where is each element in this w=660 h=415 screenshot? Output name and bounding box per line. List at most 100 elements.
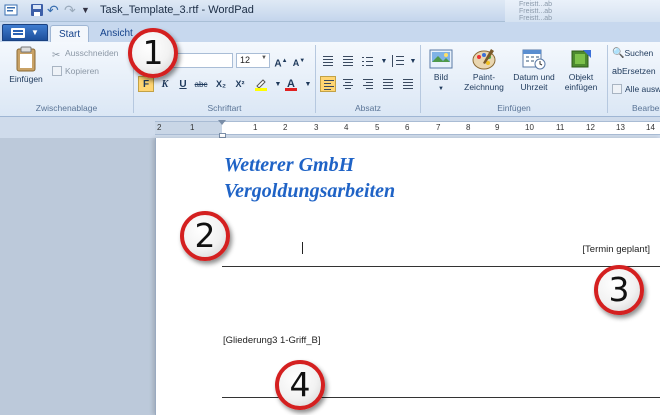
group-label-paragraph: Absatz [355,103,381,113]
grow-font-button[interactable]: A▲ [273,53,289,69]
decrease-indent-icon[interactable] [320,53,336,69]
ruler-number: 3 [314,123,319,132]
chevron-down-icon: ▼ [438,86,444,92]
company-name: Wetterer GmbH [224,154,355,176]
date-time-label-line2: Uhrzeit [520,82,548,92]
callout-marker: 2 [180,211,230,261]
callout-marker: 1 [128,28,178,78]
ruler-number: 6 [405,123,410,132]
copy-label: Kopieren [65,66,100,76]
underline-button[interactable]: U [175,76,191,92]
scissors-icon: ✂ [52,50,61,61]
align-center-icon[interactable] [340,76,356,92]
superscript-button[interactable]: X² [232,76,248,92]
list-bullets-icon[interactable] [360,53,376,69]
group-label-font: Schriftart [207,103,242,113]
subscript-button[interactable]: X₂ [213,76,229,92]
ruler-number: 1 [190,123,195,132]
horizontal-rule [222,266,660,267]
paste-button[interactable]: Einfügen [6,46,46,84]
app-menu-button[interactable]: ▼ [2,24,48,41]
object-label-line1: Objekt [568,72,594,82]
ruler-number: 2 [157,123,162,132]
window-title: Task_Template_3.rtf - WordPad [100,4,254,16]
calendar-clock-icon [522,49,546,70]
callout-marker: 4 [275,360,325,410]
line-spacing-icon[interactable] [390,53,406,69]
ruler-number: 14 [646,123,655,132]
ruler-number: 2 [283,123,288,132]
gliederung-placeholder-field[interactable]: [Gliederung3 1-Griff_B] [223,335,321,346]
text-color-button[interactable]: A [283,76,299,92]
horizontal-ruler[interactable]: 2 1 1 2 3 4 5 6 7 8 9 10 11 12 13 14 [155,120,660,138]
ruler-number: 5 [375,123,380,132]
date-time-button[interactable]: Datum und Uhrzeit [510,48,558,92]
ruler-number: 11 [556,123,565,132]
paste-label: Einfügen [9,74,43,84]
save-icon[interactable] [30,3,44,17]
find-label: Suchen [624,48,654,58]
redo-icon[interactable]: ↷ [64,3,78,17]
strikethrough-button[interactable]: abc [193,76,209,92]
group-label-editing: Bearbeiten [632,103,660,113]
grow-font-label: A [274,58,282,70]
wordpad-app-icon[interactable] [4,3,18,17]
find-button[interactable]: 🔍Suchen [612,48,653,59]
picture-label: Bild [433,72,449,82]
document-page[interactable]: Wetterer GmbH Vergoldungsarbeiten [Termi… [155,138,660,415]
justify-icon[interactable] [380,76,396,92]
cut-label: Ausschneiden [65,48,119,58]
replace-icon: ab [612,66,623,76]
paint-palette-icon [472,49,496,70]
undo-icon[interactable]: ↶ [47,3,61,17]
chevron-down-icon: ▼ [261,55,267,61]
chevron-down-icon[interactable]: ▼ [300,76,316,92]
ruler-number: 10 [525,123,534,132]
highlighter-icon [255,79,267,91]
insert-picture-button[interactable]: Bild ▼ [424,48,458,94]
termin-placeholder-field[interactable]: [Termin geplant] [582,244,650,255]
replace-label: Ersetzen [622,66,656,76]
customize-dropdown-icon[interactable]: ▼ [81,3,95,17]
first-line-indent-marker[interactable] [218,120,226,125]
ruler-number: 12 [586,123,595,132]
background-row: Freistt...ab [519,8,553,15]
paint-label-line2: Zeichnung [464,82,504,92]
replace-button[interactable]: abErsetzen [612,66,656,76]
ruler-number: 13 [616,123,625,132]
increase-indent-icon[interactable] [340,53,356,69]
select-all-icon [612,84,622,94]
select-all-button[interactable]: Alle auswählen [612,84,660,94]
shrink-font-button[interactable]: A▼ [291,53,307,69]
font-size-select[interactable]: 12 ▼ [236,53,270,68]
chevron-down-icon[interactable]: ▼ [405,53,421,69]
paragraph-settings-icon[interactable] [400,76,416,92]
align-left-icon[interactable] [320,76,336,92]
chevron-down-icon: ▼ [31,28,39,37]
group-label-insert: Einfügen [497,103,531,113]
document-area[interactable]: Wetterer GmbH Vergoldungsarbeiten [Termi… [0,138,660,415]
background-row: Freistt...ab [519,1,553,8]
italic-button[interactable]: K [157,76,173,92]
align-right-icon[interactable] [360,76,376,92]
background-row: Freistt...ab [519,15,553,22]
ruler-number: 1 [253,123,258,132]
company-subtitle: Vergoldungsarbeiten [224,180,396,202]
cut-button[interactable]: ✂ Ausschneiden [52,48,119,61]
menu-icon [11,28,25,38]
ruler-area: 2 1 1 2 3 4 5 6 7 8 9 10 11 12 13 14 [0,118,660,138]
group-label-clipboard: Zwischenablage [35,103,98,113]
find-icon: 🔍 [612,48,625,59]
ruler-number: 8 [466,123,471,132]
paint-drawing-button[interactable]: Paint- Zeichnung [460,48,508,92]
insert-object-button[interactable]: Objekt einfügen [560,48,602,92]
ribbon-tab-row: ▼ Start Ansicht [0,22,660,43]
copy-button[interactable]: Kopieren [52,66,99,76]
paint-label-line1: Paint- [472,72,496,82]
date-time-label-line1: Datum und [513,72,555,82]
tab-start[interactable]: Start [50,25,90,43]
highlight-color-button[interactable] [253,76,269,92]
ruler-left-margin [155,122,222,134]
bold-button[interactable]: F [138,76,154,92]
ruler-number: 4 [344,123,349,132]
